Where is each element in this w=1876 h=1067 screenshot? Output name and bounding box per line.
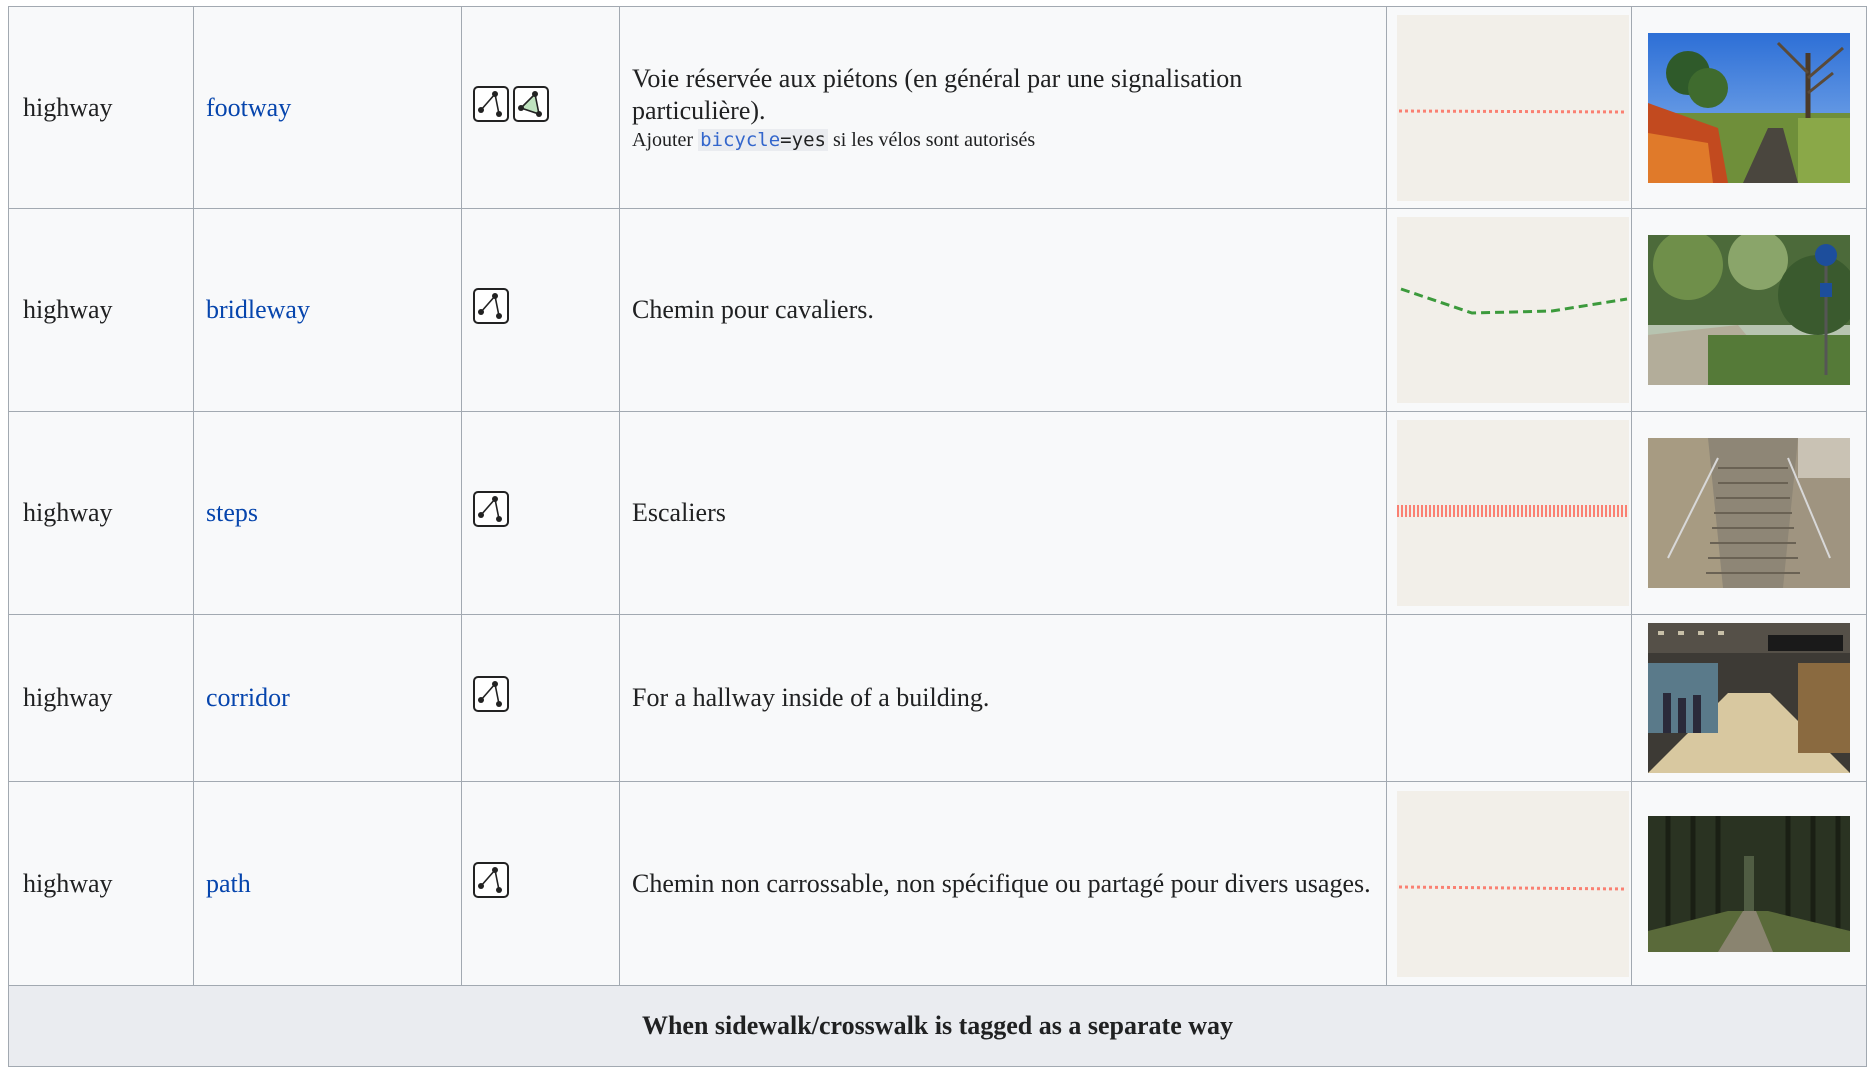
footway-photo[interactable] [1648, 32, 1850, 183]
path-rendering [1397, 790, 1629, 977]
code-key: bicycle [700, 128, 781, 151]
value-link-corridor[interactable]: corridor [206, 683, 290, 712]
way-icon[interactable] [473, 491, 509, 535]
code-value: yes [791, 128, 826, 151]
photo-cell [1631, 781, 1867, 986]
element-cell [461, 6, 620, 209]
description-text: Escaliers [632, 498, 726, 527]
tag-table: highway footway Voie réservée aux piéton… [8, 6, 1867, 1067]
value-cell: bridleway [193, 208, 462, 412]
description-cell: Chemin pour cavaliers. [619, 208, 1387, 412]
element-cell [461, 614, 620, 782]
element-cell [461, 781, 620, 986]
key-cell: highway [8, 781, 194, 986]
key-cell: highway [8, 6, 194, 209]
element-cell [461, 411, 620, 615]
value-link-path[interactable]: path [206, 869, 251, 898]
description-cell: Chemin non carrossable, non spécifique o… [619, 781, 1387, 986]
bridleway-rendering [1397, 217, 1629, 403]
rendering-cell [1386, 6, 1632, 209]
rendering-cell [1386, 781, 1632, 986]
way-icon[interactable] [473, 676, 509, 720]
rendering-cell [1386, 411, 1632, 615]
note-prefix: Ajouter [632, 128, 694, 151]
description-text: For a hallway inside of a building. [632, 683, 990, 712]
key-cell: highway [8, 411, 194, 615]
photo-cell [1631, 411, 1867, 615]
description-cell: Voie réservée aux piétons (en général pa… [619, 6, 1387, 209]
note-suffix: si les vélos sont autorisés [832, 128, 1036, 151]
description-text: Chemin pour cavaliers. [632, 295, 874, 324]
table-row: highway path Chemin non carrossable, non… [8, 781, 1867, 986]
tag-code[interactable]: bicycle=yes [698, 128, 828, 151]
table-row: highway corridor For a hallway inside of… [8, 614, 1867, 782]
value-cell: footway [193, 6, 462, 209]
description-note: Ajouter bicycle=yes si les vélos sont au… [632, 127, 1372, 153]
steps-rendering [1397, 420, 1629, 606]
description-cell: For a hallway inside of a building. [619, 614, 1387, 782]
section-header-row: When sidewalk/crosswalk is tagged as a s… [8, 985, 1867, 1067]
rendering-cell [1386, 208, 1632, 412]
way-icon[interactable] [473, 861, 509, 906]
area-icon[interactable] [513, 85, 549, 130]
way-icon[interactable] [473, 85, 509, 130]
value-cell: path [193, 781, 462, 986]
footway-rendering [1397, 14, 1629, 201]
value-cell: corridor [193, 614, 462, 782]
element-cell [461, 208, 620, 412]
section-header: When sidewalk/crosswalk is tagged as a s… [8, 985, 1867, 1067]
photo-cell [1631, 208, 1867, 412]
photo-cell [1631, 614, 1867, 782]
way-icon[interactable] [473, 288, 509, 332]
path-photo[interactable] [1648, 815, 1850, 952]
description-cell: Escaliers [619, 411, 1387, 615]
value-link-steps[interactable]: steps [206, 498, 258, 527]
value-cell: steps [193, 411, 462, 615]
table-row: highway footway Voie réservée aux piéton… [8, 6, 1867, 209]
key-cell: highway [8, 614, 194, 782]
code-eq: = [780, 128, 792, 151]
table-row: highway bridleway Chemin pour cavaliers. [8, 208, 1867, 412]
table-row: highway steps Escaliers [8, 411, 1867, 615]
rendering-cell-empty [1386, 614, 1632, 782]
steps-photo[interactable] [1648, 438, 1850, 588]
corridor-photo[interactable] [1648, 623, 1850, 773]
description-text: Voie réservée aux piétons (en général pa… [632, 63, 1243, 125]
key-cell: highway [8, 208, 194, 412]
photo-cell [1631, 6, 1867, 209]
value-link-bridleway[interactable]: bridleway [206, 295, 310, 324]
value-link-footway[interactable]: footway [206, 93, 291, 122]
bridleway-photo[interactable] [1648, 235, 1850, 385]
description-text: Chemin non carrossable, non spécifique o… [632, 868, 1371, 898]
